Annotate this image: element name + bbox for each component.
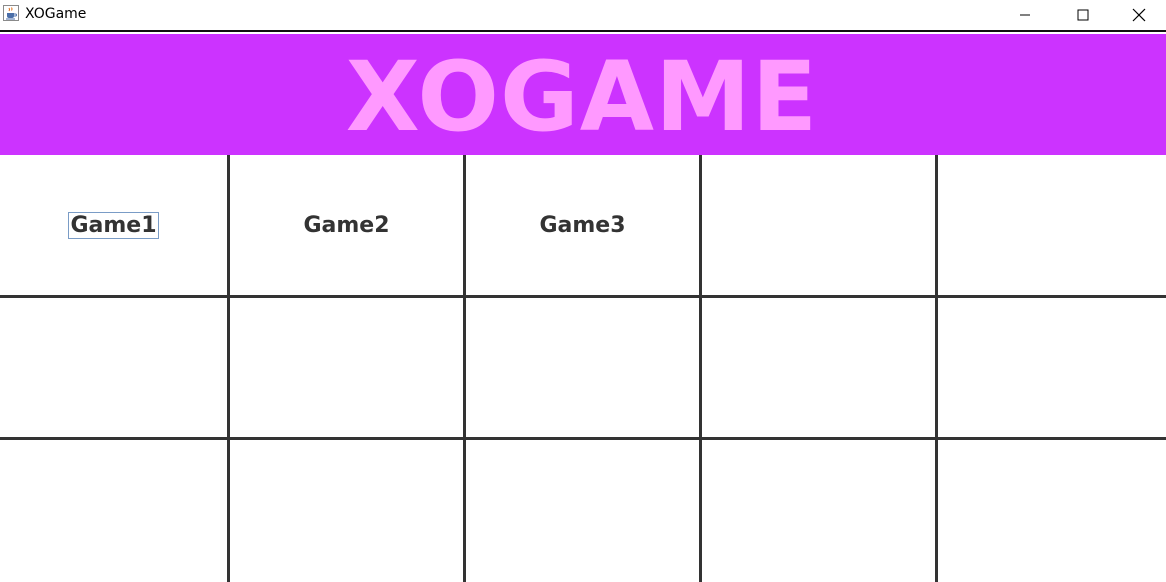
maximize-icon — [1077, 9, 1089, 21]
minimize-button[interactable] — [996, 0, 1054, 30]
title-bar[interactable]: XOGame — [0, 0, 1166, 32]
header-banner: XOGAME — [0, 34, 1166, 155]
java-cup-icon — [3, 5, 19, 21]
xogame-window: XOGame XOGAME Game1 Game2 Game3 — [0, 0, 1166, 582]
game-grid: Game1 Game2 Game3 — [0, 155, 1166, 582]
grid-divider-vertical — [227, 155, 230, 582]
grid-cell-r3c5[interactable] — [938, 440, 1166, 582]
grid-cell-game3[interactable]: Game3 — [466, 155, 699, 295]
minimize-icon — [1020, 14, 1030, 16]
grid-divider-vertical — [699, 155, 702, 582]
game1-button-label: Game1 — [68, 211, 159, 239]
grid-cell-r2c5[interactable] — [938, 298, 1166, 437]
grid-cell-r3c3[interactable] — [466, 440, 699, 582]
grid-divider-vertical — [935, 155, 938, 582]
grid-divider-horizontal — [0, 295, 1166, 298]
game3-button-label: Game3 — [539, 212, 626, 238]
grid-cell-r3c4[interactable] — [702, 440, 935, 582]
grid-cell-r3c1[interactable] — [0, 440, 227, 582]
maximize-button[interactable] — [1054, 0, 1112, 30]
grid-cell-r1c5[interactable] — [938, 155, 1166, 295]
grid-divider-vertical — [463, 155, 466, 582]
banner-title: XOGAME — [345, 40, 819, 153]
grid-cell-r1c4[interactable] — [702, 155, 935, 295]
grid-divider-horizontal — [0, 437, 1166, 440]
window-title: XOGame — [25, 6, 87, 22]
grid-cell-r2c2[interactable] — [230, 298, 463, 437]
grid-cell-r2c1[interactable] — [0, 298, 227, 437]
game2-button-label: Game2 — [303, 212, 390, 238]
grid-cell-r3c2[interactable] — [230, 440, 463, 582]
grid-cell-game1[interactable]: Game1 — [0, 155, 227, 295]
grid-cell-r2c4[interactable] — [702, 298, 935, 437]
grid-cell-r2c3[interactable] — [466, 298, 699, 437]
close-icon — [1132, 8, 1146, 22]
grid-cell-game2[interactable]: Game2 — [230, 155, 463, 295]
close-button[interactable] — [1112, 0, 1166, 30]
